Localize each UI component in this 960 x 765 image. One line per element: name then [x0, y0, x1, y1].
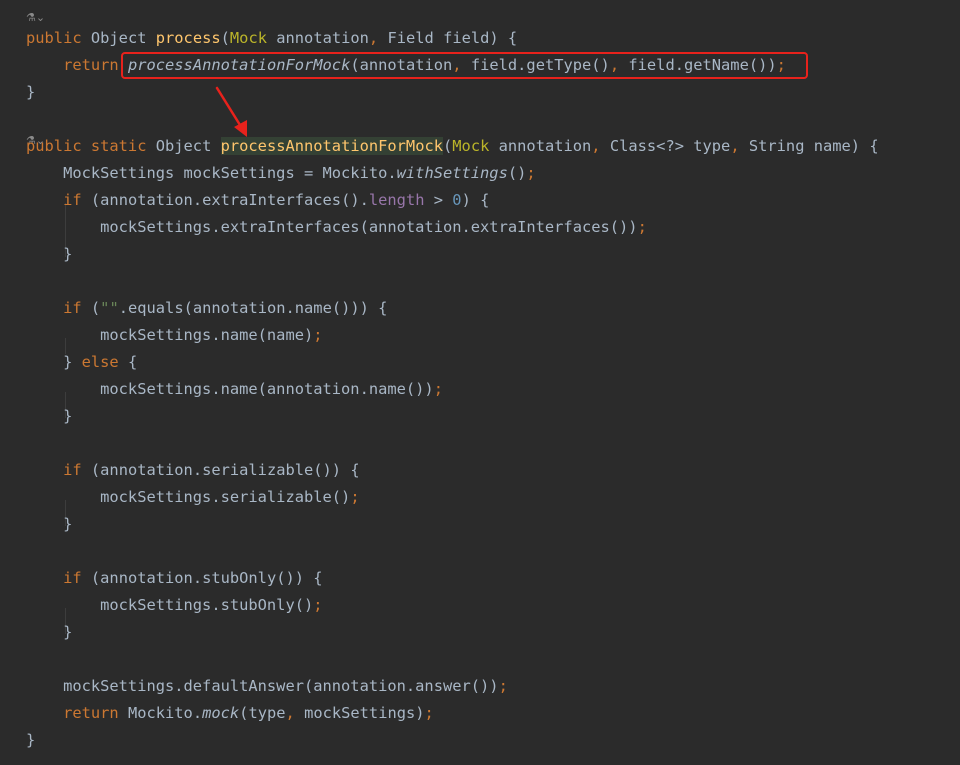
callout-arrow-icon — [215, 86, 247, 137]
code-editor[interactable]: ⚗⌄ ⚗⌄ public Object process(Mock annotat… — [0, 0, 960, 765]
